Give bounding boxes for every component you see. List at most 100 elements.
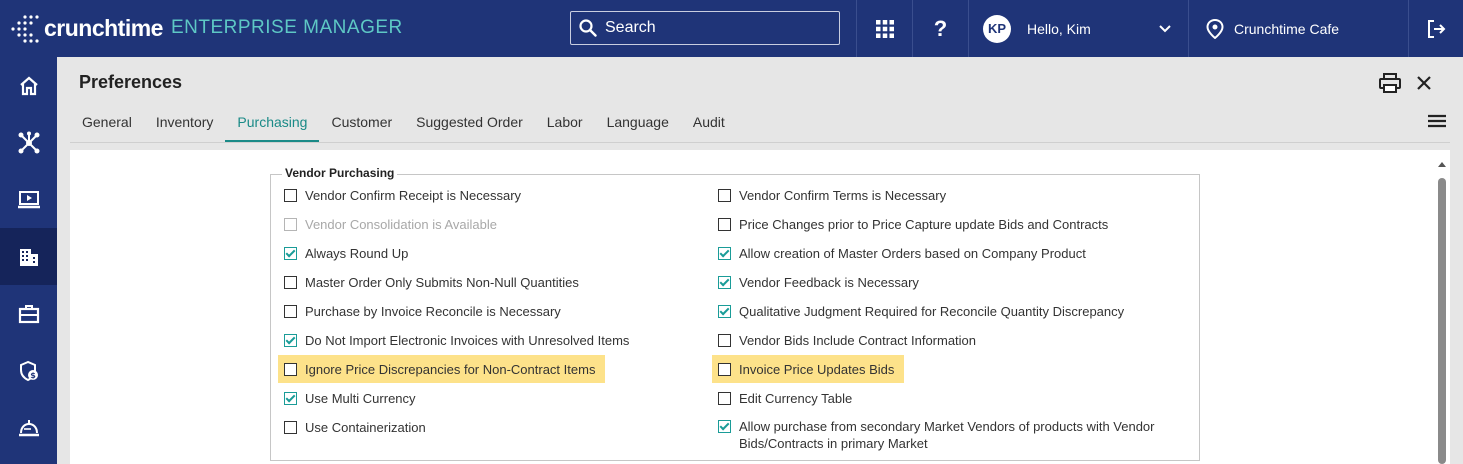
checkbox[interactable] xyxy=(284,304,297,318)
option-label: Always Round Up xyxy=(305,245,409,261)
tab-inventory[interactable]: Inventory xyxy=(144,104,226,142)
close-button[interactable] xyxy=(1411,70,1437,96)
help-button[interactable]: ? xyxy=(913,0,968,57)
chevron-down-icon xyxy=(1159,24,1171,32)
option-row[interactable]: Allow purchase from secondary Market Ven… xyxy=(712,413,1155,451)
checkbox-checked[interactable] xyxy=(284,391,297,405)
option-label: Allow creation of Master Orders based on… xyxy=(739,245,1086,261)
tab-menu-button[interactable] xyxy=(1426,112,1448,135)
search-input[interactable]: Search xyxy=(570,11,840,45)
option-row[interactable]: Always Round Up xyxy=(278,239,408,267)
print-icon xyxy=(1379,73,1401,93)
option-label: Allow purchase from secondary Market Ven… xyxy=(739,419,1155,434)
home-icon xyxy=(19,76,38,95)
checkbox[interactable] xyxy=(718,217,731,231)
sidebar-item-food-service[interactable] xyxy=(0,399,57,456)
option-label-wrap: Use Containerization xyxy=(305,420,426,435)
option-row[interactable]: Vendor Bids Include Contract Information xyxy=(712,326,976,354)
apps-button[interactable] xyxy=(857,0,912,57)
option-row[interactable]: Do Not Import Electronic Invoices with U… xyxy=(278,326,629,354)
checkbox[interactable] xyxy=(284,188,297,202)
option-row[interactable]: Vendor Feedback is Necessary xyxy=(712,268,919,296)
checkbox-checked[interactable] xyxy=(718,420,731,433)
option-label: Price Changes prior to Price Capture upd… xyxy=(739,216,1109,232)
tab-labor[interactable]: Labor xyxy=(535,104,595,142)
option-row[interactable]: Qualitative Judgment Required for Reconc… xyxy=(712,297,1124,325)
option-row[interactable]: Use Containerization xyxy=(278,413,426,441)
tab-general[interactable]: General xyxy=(70,104,144,142)
help-icon: ? xyxy=(933,15,948,41)
checkbox[interactable] xyxy=(284,275,297,289)
logout-button[interactable] xyxy=(1409,0,1463,57)
option-row[interactable]: Vendor Confirm Receipt is Necessary xyxy=(278,181,521,209)
option-label: Use Multi Currency xyxy=(305,390,416,406)
product-name: ENTERPRISE MANAGER xyxy=(170,17,403,38)
checkbox[interactable] xyxy=(284,420,297,434)
option-label-wrap: Price Changes prior to Price Capture upd… xyxy=(739,217,1108,232)
checkbox-checked[interactable] xyxy=(718,304,731,318)
option-label-wrap: Master Order Only Submits Non-Null Quant… xyxy=(305,275,579,290)
app-logo[interactable]: crunchtime ENTERPRISE MANAGER xyxy=(10,10,403,46)
sidebar-item-building[interactable] xyxy=(0,228,57,285)
option-row[interactable]: Edit Currency Table xyxy=(712,384,852,412)
sidebar-item-network[interactable] xyxy=(0,114,57,171)
option-row[interactable]: Price Changes prior to Price Capture upd… xyxy=(712,210,1108,238)
checkbox-checked[interactable] xyxy=(718,275,731,289)
user-menu[interactable]: KP Hello, Kim xyxy=(970,0,1188,57)
tab-bar: General Inventory Purchasing Customer Sugges… xyxy=(70,104,737,142)
option-row[interactable]: Allow creation of Master Orders based on… xyxy=(712,239,1086,267)
menu-icon xyxy=(1428,114,1446,128)
group-legend: Vendor Purchasing xyxy=(282,166,398,180)
option-row[interactable]: Use Multi Currency xyxy=(278,384,416,412)
checkbox xyxy=(284,217,297,231)
top-bar: crunchtime ENTERPRISE MANAGER Search ? K… xyxy=(0,0,1463,57)
checkbox[interactable] xyxy=(718,188,731,202)
tab-audit[interactable]: Audit xyxy=(681,104,737,142)
user-greeting: Hello, Kim xyxy=(1027,20,1091,37)
checkbox[interactable] xyxy=(718,362,731,376)
food-service-icon xyxy=(18,419,39,436)
sidebar: $ xyxy=(0,57,57,464)
apps-grid-icon xyxy=(875,19,894,38)
sidebar-item-briefcase[interactable] xyxy=(0,285,57,342)
shield-dollar-icon: $ xyxy=(19,360,38,381)
location-selector[interactable]: Crunchtime Cafe xyxy=(1190,0,1408,57)
option-label: Invoice Price Updates Bids xyxy=(739,361,895,377)
option-label-wrap: Vendor Consolidation is Available xyxy=(305,217,497,232)
option-row[interactable]: Vendor Confirm Terms is Necessary xyxy=(712,181,946,209)
option-row[interactable]: Master Order Only Submits Non-Null Quant… xyxy=(278,268,579,296)
checkbox[interactable] xyxy=(718,391,731,405)
sidebar-item-shield-dollar[interactable]: $ xyxy=(0,342,57,399)
option-label-wrap: Ignore Price Discrepancies for Non-Contr… xyxy=(305,362,595,377)
checkbox-checked[interactable] xyxy=(718,246,731,260)
checkbox-checked[interactable] xyxy=(284,333,297,347)
option-label: Vendor Bids Include Contract Information xyxy=(739,332,977,348)
sidebar-item-presentation[interactable] xyxy=(0,171,57,228)
option-label-wrap: Qualitative Judgment Required for Reconc… xyxy=(739,304,1124,319)
scroll-up-arrow[interactable] xyxy=(1438,162,1446,167)
sidebar-item-home[interactable] xyxy=(0,57,57,114)
option-label: Edit Currency Table xyxy=(739,390,853,406)
tab-language[interactable]: Language xyxy=(595,104,681,142)
print-button[interactable] xyxy=(1377,70,1403,96)
search-icon xyxy=(579,19,597,37)
tab-purchasing[interactable]: Purchasing xyxy=(225,104,320,142)
option-label: Vendor Consolidation is Available xyxy=(305,216,498,232)
option-label-wrap: Allow creation of Master Orders based on… xyxy=(739,246,1086,261)
option-row[interactable]: Purchase by Invoice Reconcile is Necessa… xyxy=(278,297,561,325)
option-label: Vendor Feedback is Necessary xyxy=(739,274,919,290)
checkbox[interactable] xyxy=(284,362,297,376)
scrollbar-thumb[interactable] xyxy=(1438,178,1446,464)
location-name: Crunchtime Cafe xyxy=(1234,20,1340,37)
option-label-wrap: Vendor Bids Include Contract Information xyxy=(739,333,976,348)
option-row[interactable]: Invoice Price Updates Bids xyxy=(712,355,905,383)
briefcase-icon xyxy=(18,304,39,323)
brand-name: crunchtime xyxy=(44,14,163,41)
tab-customer[interactable]: Customer xyxy=(319,104,404,142)
tab-suggested-order[interactable]: Suggested Order xyxy=(404,104,535,142)
checkbox[interactable] xyxy=(718,333,731,347)
network-icon xyxy=(18,131,39,153)
avatar: KP xyxy=(983,14,1011,43)
checkbox-checked[interactable] xyxy=(284,246,297,260)
option-row[interactable]: Ignore Price Discrepancies for Non-Contr… xyxy=(278,355,606,383)
